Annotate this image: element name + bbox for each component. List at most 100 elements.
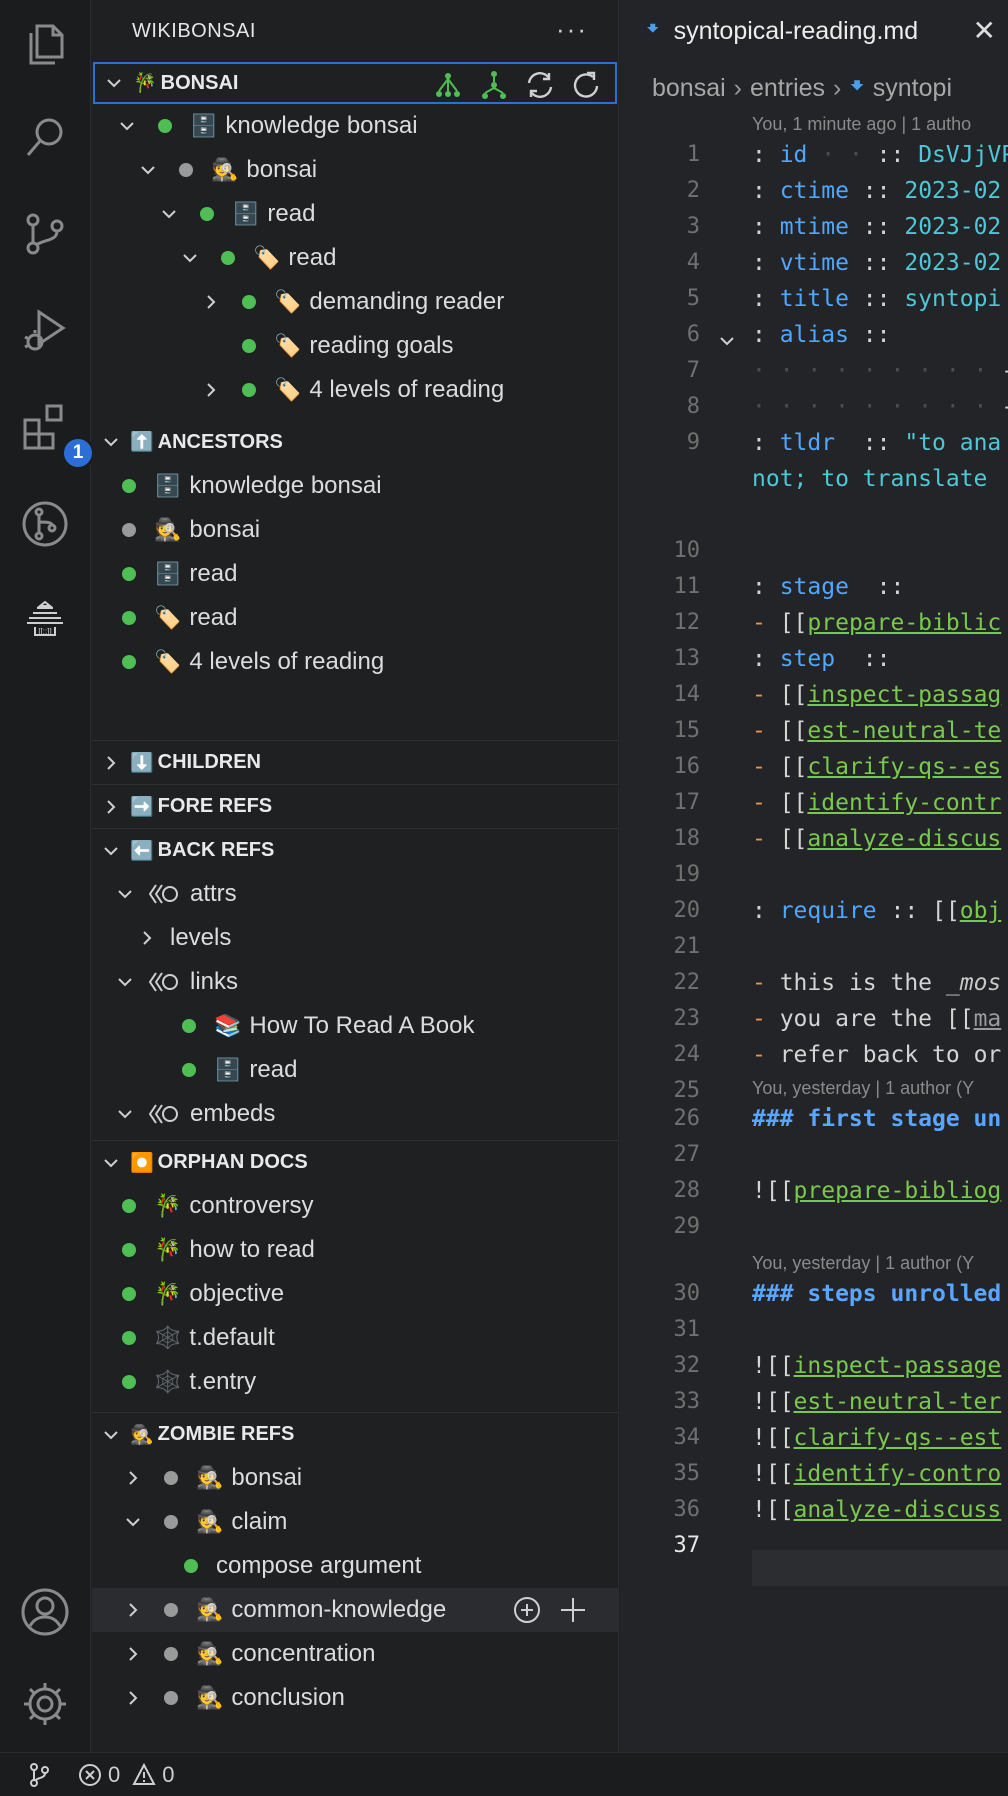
code-line-17: - [[identify-contr	[752, 790, 1002, 816]
tree-item[interactable]: 🕵️ bonsai	[92, 508, 618, 552]
extensions-icon[interactable]: 1	[17, 398, 95, 470]
status-dot	[122, 567, 136, 581]
tree-item[interactable]: 📚 How To Read A Book	[92, 1004, 618, 1048]
search-icon[interactable]	[17, 110, 73, 166]
tree-expand-icon[interactable]	[431, 70, 465, 100]
chevron-right-icon[interactable]	[124, 1601, 142, 1619]
breadcrumb-item[interactable]: entries	[750, 74, 825, 103]
tree-item[interactable]: 🏷️ reading goals	[92, 324, 618, 368]
tree-item[interactable]: 🕵️ concentration	[92, 1632, 618, 1676]
tree-item[interactable]: 🕵️ claim	[92, 1500, 618, 1544]
section-zombie-refs[interactable]: 🕵️ ZOMBIE REFS	[92, 1412, 618, 1456]
code-editor[interactable]: You, 1 minute ago | 1 autho You, yesterd…	[620, 114, 1008, 1752]
tree-item[interactable]: 🕸️t.index	[92, 1404, 618, 1412]
tree-item[interactable]: 🗄️ read	[92, 1048, 618, 1092]
chevron-right-icon[interactable]	[202, 381, 220, 399]
section-children[interactable]: ⬇️ CHILDREN	[92, 740, 618, 784]
chevron-down-icon[interactable]	[124, 1513, 142, 1531]
breadcrumb-item[interactable]: syntopi	[873, 74, 952, 103]
chevron-down-icon	[107, 79, 121, 88]
chevron-right-icon[interactable]	[124, 1469, 142, 1487]
wikibonsai-icon[interactable]: [[::]]	[17, 592, 73, 648]
tree-collapse-icon[interactable]	[477, 70, 511, 100]
tree-item[interactable]: 🏷️ demanding reader	[92, 280, 618, 324]
account-icon[interactable]	[17, 1584, 73, 1640]
doc-type-icon: 🏷️	[274, 377, 302, 402]
sidebar-header: WIKIBONSAI ···	[92, 0, 618, 62]
backrefs-links-list: 📚 How To Read A Book 🗄️ read	[92, 1004, 618, 1092]
remote-branch-icon[interactable]	[26, 1762, 52, 1788]
sync-icon[interactable]	[523, 70, 557, 100]
tree-item[interactable]: 🏷️ read	[92, 236, 618, 280]
code-line-9: : tldr :: "to ana	[752, 430, 1002, 456]
orphan-docs-emoji-icon: ⏺️	[130, 1152, 154, 1174]
section-ancestors[interactable]: ⬆️ ANCESTORS	[92, 420, 618, 464]
tree-item[interactable]: 🕵️ bonsai	[92, 1456, 618, 1500]
breadcrumb-item[interactable]: bonsai	[652, 74, 726, 103]
run-debug-icon[interactable]	[17, 302, 73, 358]
doc-type-icon: 🕵️	[196, 1641, 224, 1666]
extensions-badge: 1	[61, 436, 95, 470]
line-number: 22	[673, 970, 701, 995]
more-actions-icon[interactable]: ···	[556, 14, 588, 45]
tree-item[interactable]: 🏷️ 4 levels of reading	[92, 368, 618, 412]
tree-item[interactable]: 🕵️ conclusion	[92, 1676, 618, 1720]
close-icon[interactable]: ✕	[973, 14, 996, 47]
problems-indicator[interactable]: 0 0	[78, 1762, 175, 1788]
status-dot	[122, 1287, 136, 1301]
tree-item[interactable]: 🗄️ read	[92, 192, 618, 236]
tree-item[interactable]: 🕵️ common-knowledge	[92, 1588, 618, 1632]
line-number: 15	[673, 718, 701, 743]
tree-item[interactable]: 🏷️ 4 levels of reading	[92, 640, 618, 684]
tree-item[interactable]: 🗄️ knowledge bonsai	[92, 464, 618, 508]
status-dot	[182, 1019, 196, 1033]
chevron-right-icon[interactable]	[124, 1645, 142, 1663]
fold-chevron-icon[interactable]	[718, 332, 736, 350]
line-number: 23	[673, 1006, 701, 1031]
tree-item[interactable]: compose argument	[92, 1544, 618, 1588]
doc-type-icon: 🕸️	[154, 1325, 182, 1350]
chevron-right-icon[interactable]	[202, 293, 220, 311]
back-refs-emoji-icon: ⬅️	[130, 840, 154, 862]
line-number: 1	[686, 142, 700, 167]
section-back-refs[interactable]: ⬅️ BACK REFS	[92, 828, 618, 872]
tree-item[interactable]: 🕵️ bonsai	[92, 148, 618, 192]
tree-item[interactable]: 🗄️ read	[92, 552, 618, 596]
section-bonsai[interactable]: 🎋 BONSAI	[93, 62, 617, 104]
tree-item[interactable]: 🎋 objective	[92, 1272, 618, 1316]
section-orphan-docs[interactable]: ⏺️ ORPHAN DOCS	[92, 1140, 618, 1184]
backrefs-embeds-group[interactable]: embeds	[92, 1092, 618, 1136]
backrefs-levels-item[interactable]: levels	[92, 916, 618, 960]
add-circle-icon[interactable]	[512, 1595, 542, 1625]
tree-item[interactable]: 🕸️ t.entry	[92, 1360, 618, 1404]
chevron-down-icon[interactable]	[181, 249, 199, 267]
section-title: CHILDREN	[157, 751, 262, 773]
link-chain-icon	[148, 972, 178, 992]
chevron-down-icon[interactable]	[118, 117, 136, 135]
settings-icon[interactable]	[17, 1676, 73, 1732]
tree-item[interactable]: 🏷️ read	[92, 596, 618, 640]
files-icon[interactable]	[17, 16, 73, 72]
chevron-down-icon[interactable]	[139, 161, 157, 179]
line-number: 6	[686, 322, 700, 347]
tab-syntopical-reading[interactable]: 🠻 syntopical-reading.md ✕	[620, 0, 1008, 62]
section-fore-refs[interactable]: ➡️ FORE REFS	[92, 784, 618, 828]
add-icon[interactable]	[558, 1595, 588, 1625]
tree-item[interactable]: 🎋 how to read	[92, 1228, 618, 1272]
zombie-refs-emoji-icon: 🕵️	[130, 1424, 154, 1446]
tree-item[interactable]: 🗄️ knowledge bonsai	[92, 104, 618, 148]
chevron-down-icon[interactable]	[160, 205, 178, 223]
backrefs-attrs-group[interactable]: attrs	[92, 872, 618, 916]
tree-item[interactable]: 🕸️ t.default	[92, 1316, 618, 1360]
refresh-icon[interactable]	[569, 70, 603, 100]
tree-item[interactable]: 🎋 controversy	[92, 1184, 618, 1228]
git-graph-icon[interactable]	[17, 496, 73, 552]
zombie-refs-list[interactable]: 🕵️ bonsai 🕵️ claim compose argument 🕵️ common-…	[92, 1456, 618, 1720]
orphan-docs-list[interactable]: 🎋 controversy 🎋 how to read 🎋 objective 🕸️ t.de…	[92, 1184, 618, 1412]
chevron-right-icon[interactable]	[124, 1689, 142, 1707]
source-control-icon[interactable]	[17, 206, 73, 262]
line-number: 9	[686, 430, 700, 455]
svg-text:[[::]]: [[::]]	[38, 627, 51, 636]
tree-item-label: read	[189, 604, 238, 631]
backrefs-links-group[interactable]: links	[92, 960, 618, 1004]
